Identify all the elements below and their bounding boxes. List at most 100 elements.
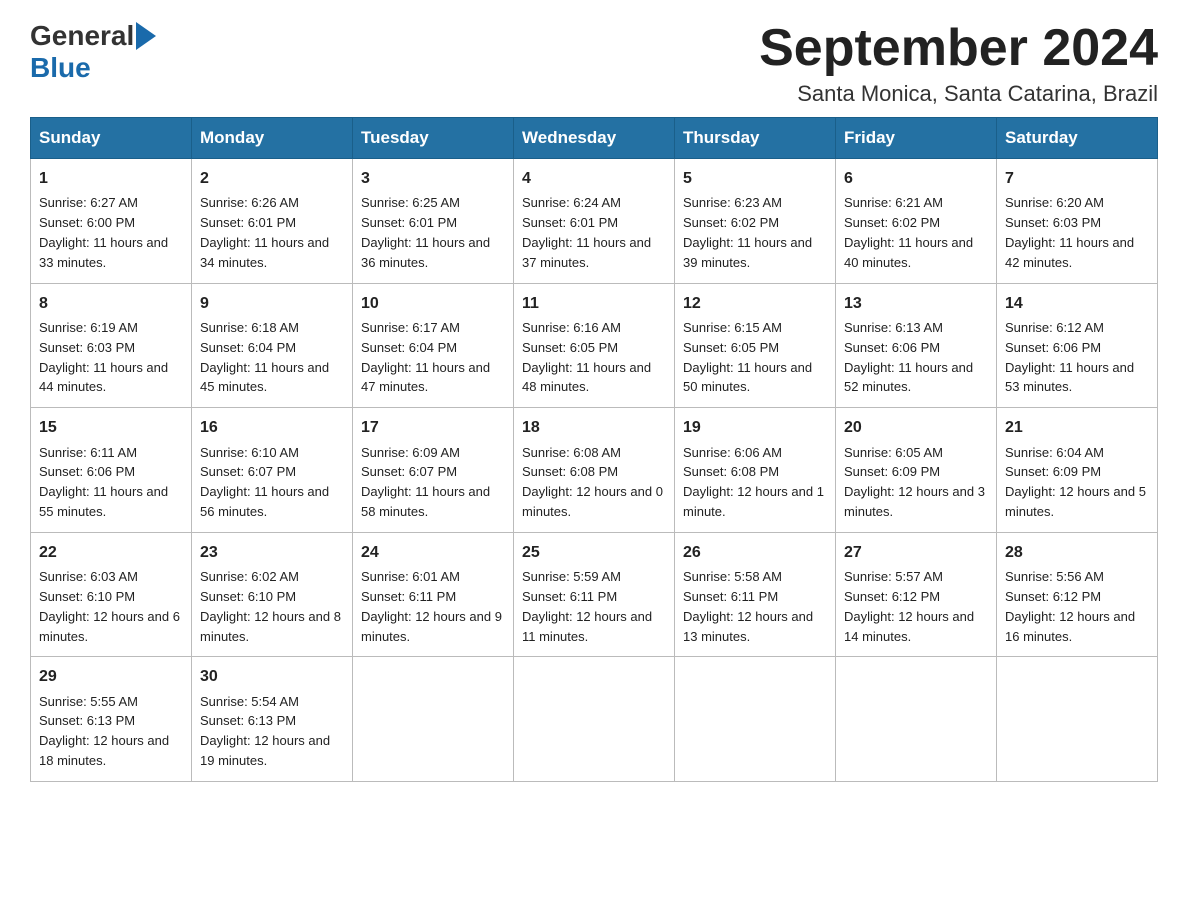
calendar-day-cell: 19 Sunrise: 6:06 AMSunset: 6:08 PMDayligh… [675, 408, 836, 533]
day-info: Sunrise: 6:27 AMSunset: 6:00 PMDaylight:… [39, 195, 168, 270]
logo-arrow-icon [136, 22, 156, 50]
weekday-header-tuesday: Tuesday [353, 118, 514, 159]
day-info: Sunrise: 5:56 AMSunset: 6:12 PMDaylight:… [1005, 569, 1135, 644]
day-number: 26 [683, 541, 827, 564]
day-info: Sunrise: 6:25 AMSunset: 6:01 PMDaylight:… [361, 195, 490, 270]
day-number: 20 [844, 416, 988, 439]
day-info: Sunrise: 6:02 AMSunset: 6:10 PMDaylight:… [200, 569, 341, 644]
day-info: Sunrise: 5:57 AMSunset: 6:12 PMDaylight:… [844, 569, 974, 644]
calendar-day-cell: 30Sunrise: 5:54 AMSunset: 6:13 PMDayligh… [192, 657, 353, 782]
calendar-week-row: 8 Sunrise: 6:19 AMSunset: 6:03 PMDaylight… [31, 283, 1158, 408]
day-info: Sunrise: 6:05 AMSunset: 6:09 PMDaylight:… [844, 445, 985, 520]
calendar-day-cell [997, 657, 1158, 782]
day-info: Sunrise: 6:13 AMSunset: 6:06 PMDaylight:… [844, 320, 973, 395]
day-number: 18 [522, 416, 666, 439]
day-info: Sunrise: 6:10 AMSunset: 6:07 PMDaylight:… [200, 445, 329, 520]
day-info: Sunrise: 6:20 AMSunset: 6:03 PMDaylight:… [1005, 195, 1134, 270]
day-number: 2 [200, 167, 344, 190]
calendar-day-cell: 10Sunrise: 6:17 AMSunset: 6:04 PMDayligh… [353, 283, 514, 408]
logo-general: General [30, 20, 134, 52]
day-number: 9 [200, 292, 344, 315]
calendar-day-cell: 1 Sunrise: 6:27 AMSunset: 6:00 PMDaylight… [31, 159, 192, 284]
day-info: Sunrise: 6:19 AMSunset: 6:03 PMDaylight:… [39, 320, 168, 395]
calendar-day-cell: 8 Sunrise: 6:19 AMSunset: 6:03 PMDaylight… [31, 283, 192, 408]
day-info: Sunrise: 6:04 AMSunset: 6:09 PMDaylight:… [1005, 445, 1146, 520]
day-number: 3 [361, 167, 505, 190]
day-number: 19 [683, 416, 827, 439]
day-number: 25 [522, 541, 666, 564]
title-section: September 2024 Santa Monica, Santa Catar… [759, 20, 1158, 107]
calendar-day-cell: 2 Sunrise: 6:26 AMSunset: 6:01 PMDaylight… [192, 159, 353, 284]
day-number: 28 [1005, 541, 1149, 564]
calendar-day-cell [353, 657, 514, 782]
weekday-header-sunday: Sunday [31, 118, 192, 159]
day-number: 21 [1005, 416, 1149, 439]
weekday-header-saturday: Saturday [997, 118, 1158, 159]
day-number: 8 [39, 292, 183, 315]
calendar-day-cell: 26 Sunrise: 5:58 AMSunset: 6:11 PMDayligh… [675, 532, 836, 657]
day-info: Sunrise: 6:06 AMSunset: 6:08 PMDaylight:… [683, 445, 824, 520]
day-number: 14 [1005, 292, 1149, 315]
calendar-day-cell: 6Sunrise: 6:21 AMSunset: 6:02 PMDaylight… [836, 159, 997, 284]
weekday-header-monday: Monday [192, 118, 353, 159]
day-number: 5 [683, 167, 827, 190]
day-number: 17 [361, 416, 505, 439]
day-number: 1 [39, 167, 183, 190]
day-info: Sunrise: 6:01 AMSunset: 6:11 PMDaylight:… [361, 569, 502, 644]
calendar-day-cell: 18 Sunrise: 6:08 AMSunset: 6:08 PMDayligh… [514, 408, 675, 533]
day-number: 4 [522, 167, 666, 190]
calendar-day-cell: 23 Sunrise: 6:02 AMSunset: 6:10 PMDayligh… [192, 532, 353, 657]
weekday-header-friday: Friday [836, 118, 997, 159]
day-info: Sunrise: 6:26 AMSunset: 6:01 PMDaylight:… [200, 195, 329, 270]
day-number: 10 [361, 292, 505, 315]
calendar-day-cell: 28 Sunrise: 5:56 AMSunset: 6:12 PMDayligh… [997, 532, 1158, 657]
calendar-day-cell: 12 Sunrise: 6:15 AMSunset: 6:05 PMDayligh… [675, 283, 836, 408]
day-info: Sunrise: 6:03 AMSunset: 6:10 PMDaylight:… [39, 569, 180, 644]
calendar-day-cell: 7 Sunrise: 6:20 AMSunset: 6:03 PMDaylight… [997, 159, 1158, 284]
calendar-day-cell [675, 657, 836, 782]
day-number: 27 [844, 541, 988, 564]
day-info: Sunrise: 6:09 AMSunset: 6:07 PMDaylight:… [361, 445, 490, 520]
weekday-header-wednesday: Wednesday [514, 118, 675, 159]
day-info: Sunrise: 5:59 AMSunset: 6:11 PMDaylight:… [522, 569, 652, 644]
day-info: Sunrise: 6:11 AMSunset: 6:06 PMDaylight:… [39, 445, 168, 520]
calendar-day-cell: 25 Sunrise: 5:59 AMSunset: 6:11 PMDayligh… [514, 532, 675, 657]
calendar-day-cell: 15 Sunrise: 6:11 AMSunset: 6:06 PMDayligh… [31, 408, 192, 533]
calendar-day-cell: 27 Sunrise: 5:57 AMSunset: 6:12 PMDayligh… [836, 532, 997, 657]
calendar-day-cell: 5 Sunrise: 6:23 AMSunset: 6:02 PMDaylight… [675, 159, 836, 284]
calendar-day-cell: 11 Sunrise: 6:16 AMSunset: 6:05 PMDayligh… [514, 283, 675, 408]
weekday-header-thursday: Thursday [675, 118, 836, 159]
day-info: Sunrise: 6:16 AMSunset: 6:05 PMDaylight:… [522, 320, 651, 395]
day-info: Sunrise: 6:23 AMSunset: 6:02 PMDaylight:… [683, 195, 812, 270]
month-title: September 2024 [759, 20, 1158, 77]
day-info: Sunrise: 5:58 AMSunset: 6:11 PMDaylight:… [683, 569, 813, 644]
day-info: Sunrise: 6:18 AMSunset: 6:04 PMDaylight:… [200, 320, 329, 395]
logo: General Blue [30, 20, 156, 84]
day-number: 12 [683, 292, 827, 315]
day-info: Sunrise: 6:24 AMSunset: 6:01 PMDaylight:… [522, 195, 651, 270]
calendar-day-cell: 20 Sunrise: 6:05 AMSunset: 6:09 PMDayligh… [836, 408, 997, 533]
calendar-day-cell: 13 Sunrise: 6:13 AMSunset: 6:06 PMDayligh… [836, 283, 997, 408]
day-number: 29 [39, 665, 183, 688]
calendar-week-row: 15 Sunrise: 6:11 AMSunset: 6:06 PMDayligh… [31, 408, 1158, 533]
day-number: 23 [200, 541, 344, 564]
calendar-day-cell: 22Sunrise: 6:03 AMSunset: 6:10 PMDayligh… [31, 532, 192, 657]
calendar-day-cell: 17 Sunrise: 6:09 AMSunset: 6:07 PMDayligh… [353, 408, 514, 533]
calendar-day-cell: 29Sunrise: 5:55 AMSunset: 6:13 PMDayligh… [31, 657, 192, 782]
calendar-day-cell [836, 657, 997, 782]
calendar-day-cell: 4 Sunrise: 6:24 AMSunset: 6:01 PMDaylight… [514, 159, 675, 284]
calendar-week-row: 1 Sunrise: 6:27 AMSunset: 6:00 PMDaylight… [31, 159, 1158, 284]
day-info: Sunrise: 6:12 AMSunset: 6:06 PMDaylight:… [1005, 320, 1134, 395]
calendar-day-cell: 21 Sunrise: 6:04 AMSunset: 6:09 PMDayligh… [997, 408, 1158, 533]
day-info: Sunrise: 6:08 AMSunset: 6:08 PMDaylight:… [522, 445, 663, 520]
day-number: 11 [522, 292, 666, 315]
day-number: 7 [1005, 167, 1149, 190]
page-header: General Blue September 2024 Santa Monica… [30, 20, 1158, 107]
day-number: 13 [844, 292, 988, 315]
day-number: 15 [39, 416, 183, 439]
day-number: 30 [200, 665, 344, 688]
day-info: Sunrise: 6:15 AMSunset: 6:05 PMDaylight:… [683, 320, 812, 395]
day-number: 6 [844, 167, 988, 190]
calendar-week-row: 22Sunrise: 6:03 AMSunset: 6:10 PMDayligh… [31, 532, 1158, 657]
calendar-day-cell: 16Sunrise: 6:10 AMSunset: 6:07 PMDayligh… [192, 408, 353, 533]
